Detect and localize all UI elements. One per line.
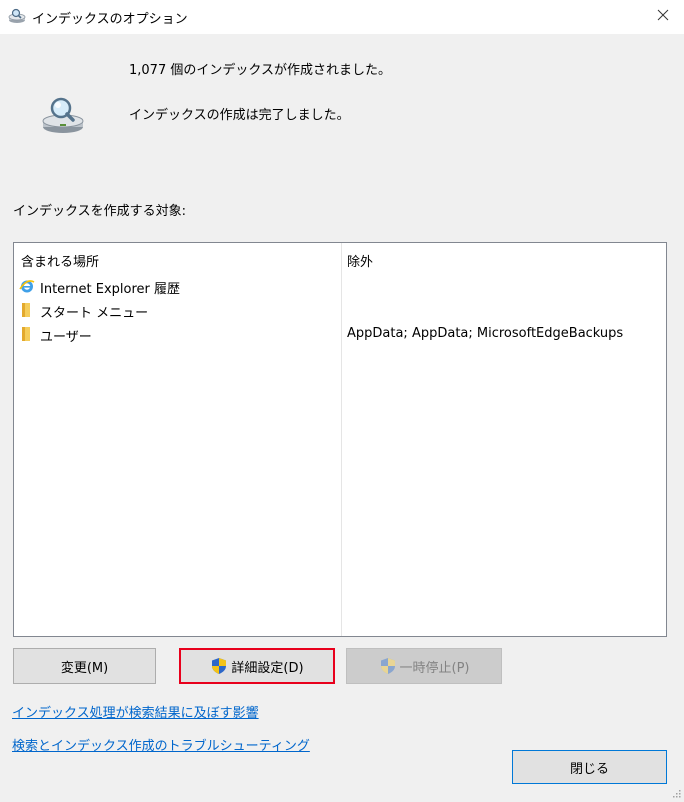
- location-label: スタート メニュー: [40, 306, 149, 321]
- items-indexed-count: 1,077 個のインデックスが作成されました。: [129, 63, 391, 78]
- column-header-excluded: 除外: [347, 255, 374, 270]
- list-item[interactable]: Internet Explorer 履歴: [14, 275, 666, 297]
- location-exclusions: AppData; AppData; MicrosoftEdgeBackups: [347, 326, 624, 341]
- pause-button-label: 一時停止(P): [399, 660, 470, 676]
- folder-icon: [19, 326, 35, 342]
- window-title: インデックスのオプション: [32, 12, 188, 27]
- location-label: ユーザー: [40, 330, 92, 345]
- location-label: Internet Explorer 履歴: [40, 282, 181, 297]
- column-header-included: 含まれる場所: [21, 255, 100, 270]
- advanced-button[interactable]: 詳細設定(D): [179, 648, 335, 684]
- modify-button-label: 変更(M): [60, 660, 109, 676]
- troubleshoot-link[interactable]: 検索とインデックス作成のトラブルシューティング: [12, 735, 310, 754]
- advanced-button-label: 詳細設定(D): [231, 660, 304, 676]
- uac-shield-icon: [210, 657, 228, 675]
- close-button[interactable]: [650, 4, 676, 30]
- list-item[interactable]: ユーザー AppData; AppData; MicrosoftEdgeBack…: [14, 323, 666, 345]
- indexing-effect-link[interactable]: インデックス処理が検索結果に及ぼす影響: [12, 702, 259, 721]
- indexing-options-icon: [8, 8, 26, 24]
- close-icon: [657, 9, 669, 25]
- magnifier-on-drive-icon: [40, 96, 86, 136]
- indexing-status: インデックスの作成は完了しました。: [129, 108, 350, 123]
- title-bar: インデックスのオプション: [0, 0, 684, 34]
- close-dialog-button-label: 閉じる: [569, 761, 609, 777]
- list-item[interactable]: スタート メニュー: [14, 299, 666, 321]
- pause-button[interactable]: 一時停止(P): [346, 648, 502, 684]
- uac-shield-icon: [379, 657, 397, 675]
- internet-explorer-icon: [19, 278, 35, 294]
- modify-button[interactable]: 変更(M): [13, 648, 156, 684]
- folder-icon: [19, 302, 35, 318]
- close-dialog-button[interactable]: 閉じる: [512, 750, 667, 784]
- locations-section-label: インデックスを作成する対象:: [13, 204, 186, 219]
- indexed-locations-list[interactable]: 含まれる場所 除外 Internet Explorer 履歴 スタート メニュー: [13, 242, 667, 637]
- resize-grip-icon[interactable]: [671, 787, 681, 798]
